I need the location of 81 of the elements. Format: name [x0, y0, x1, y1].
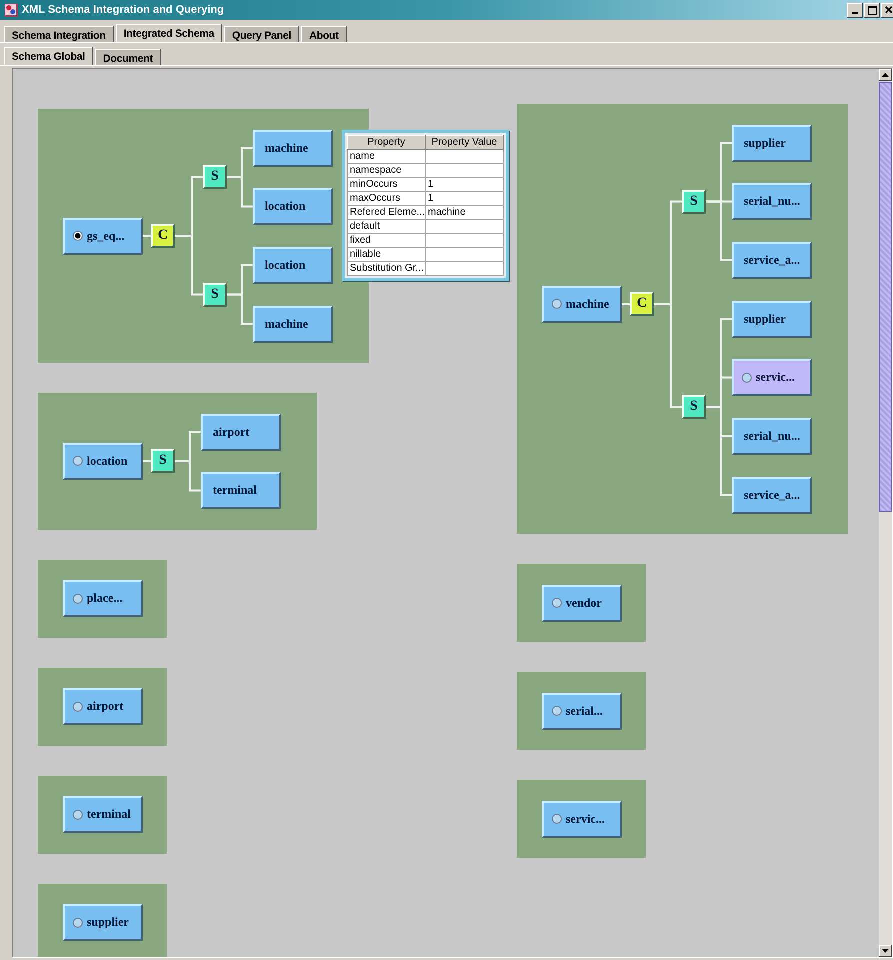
radio-button[interactable] — [73, 702, 83, 712]
sequence-node[interactable]: S — [203, 165, 227, 190]
element-node[interactable]: supplier — [732, 124, 812, 162]
property-cell: nillable — [348, 248, 426, 262]
sequence-node[interactable]: S — [682, 395, 706, 420]
tab[interactable]: Integrated Schema — [116, 24, 222, 42]
property-cell: Substitution Gr... — [348, 262, 426, 276]
element-node[interactable]: serial... — [542, 692, 622, 730]
value-cell: 1 — [426, 192, 504, 206]
sequence-node[interactable]: S — [151, 449, 175, 474]
radio-button[interactable] — [73, 231, 83, 242]
element-node[interactable]: machine — [253, 306, 333, 343]
up-arrow-icon — [882, 73, 889, 77]
radio-button[interactable] — [552, 299, 562, 310]
element-node[interactable]: servic... — [732, 359, 812, 396]
scrollbar-thumb[interactable] — [879, 82, 892, 512]
tab[interactable]: About — [301, 26, 347, 42]
element-node[interactable]: supplier — [732, 300, 812, 338]
app-icon — [4, 3, 18, 17]
element-node[interactable]: servic... — [542, 800, 622, 838]
scroll-up-button[interactable] — [879, 69, 892, 81]
window-title: XML Schema Integration and Querying — [22, 4, 226, 16]
element-node[interactable]: location — [253, 188, 333, 226]
maximize-icon — [868, 6, 876, 14]
down-arrow-icon — [882, 949, 889, 953]
minimize-button[interactable] — [847, 2, 863, 18]
element-node[interactable]: terminal — [201, 472, 281, 510]
connector-line — [622, 303, 630, 306]
property-cell: namespace — [348, 164, 426, 178]
tab[interactable]: Schema Integration — [4, 26, 114, 42]
element-node[interactable]: place... — [63, 580, 143, 618]
connector-line — [175, 235, 203, 296]
element-node[interactable]: machine — [542, 286, 622, 323]
property-cell: name — [348, 150, 426, 164]
scrollbar[interactable] — [879, 69, 892, 957]
column-header[interactable]: Property Value — [426, 136, 504, 150]
choice-node[interactable]: C — [151, 224, 175, 248]
sequence-node[interactable]: S — [682, 190, 706, 214]
connector-line — [143, 235, 151, 238]
element-node[interactable]: service_a... — [732, 242, 812, 279]
connector-line — [227, 294, 253, 326]
maximize-button[interactable] — [864, 2, 880, 18]
element-node[interactable]: location — [253, 246, 333, 284]
connector-line — [143, 460, 151, 462]
radio-button[interactable] — [552, 706, 562, 716]
property-cell: Refered Eleme... — [348, 206, 426, 220]
radio-button[interactable] — [73, 810, 83, 820]
element-node[interactable]: vendor — [542, 584, 622, 622]
property-cell: minOccurs — [348, 178, 426, 192]
element-node[interactable]: gs_eq... — [63, 218, 143, 255]
element-node[interactable]: airport — [63, 688, 143, 726]
property-cell: fixed — [348, 234, 426, 248]
connector-line — [175, 460, 201, 492]
radio-button[interactable] — [73, 594, 83, 604]
element-node[interactable]: serial_nu... — [732, 183, 812, 220]
element-node[interactable]: terminal — [63, 796, 143, 834]
radio-button[interactable] — [552, 598, 562, 608]
radio-button[interactable] — [742, 372, 752, 383]
tab[interactable]: Query Panel — [224, 26, 300, 42]
element-node[interactable]: serial_nu... — [732, 418, 812, 455]
value-cell: machine — [426, 206, 504, 220]
element-node[interactable]: service_a... — [732, 476, 812, 514]
value-cell: 1 — [426, 178, 504, 192]
sequence-node[interactable]: S — [203, 282, 227, 307]
element-node[interactable]: supplier — [63, 904, 143, 942]
radio-button[interactable] — [552, 814, 562, 824]
radio-button[interactable] — [73, 918, 83, 928]
connector-line — [227, 176, 253, 208]
tab[interactable]: Schema Global — [4, 47, 94, 65]
scroll-down-button[interactable] — [879, 945, 892, 957]
close-button[interactable] — [881, 2, 893, 18]
element-node[interactable]: machine — [253, 130, 333, 166]
element-node[interactable]: airport — [201, 414, 281, 451]
tab[interactable]: Document — [95, 49, 162, 65]
property-cell: maxOccurs — [348, 192, 426, 206]
element-node[interactable]: location — [63, 442, 143, 480]
close-icon — [885, 6, 893, 14]
radio-button[interactable] — [73, 456, 83, 466]
choice-node[interactable]: C — [630, 292, 654, 316]
property-cell: default — [348, 220, 426, 234]
column-header[interactable]: Property — [348, 136, 426, 150]
